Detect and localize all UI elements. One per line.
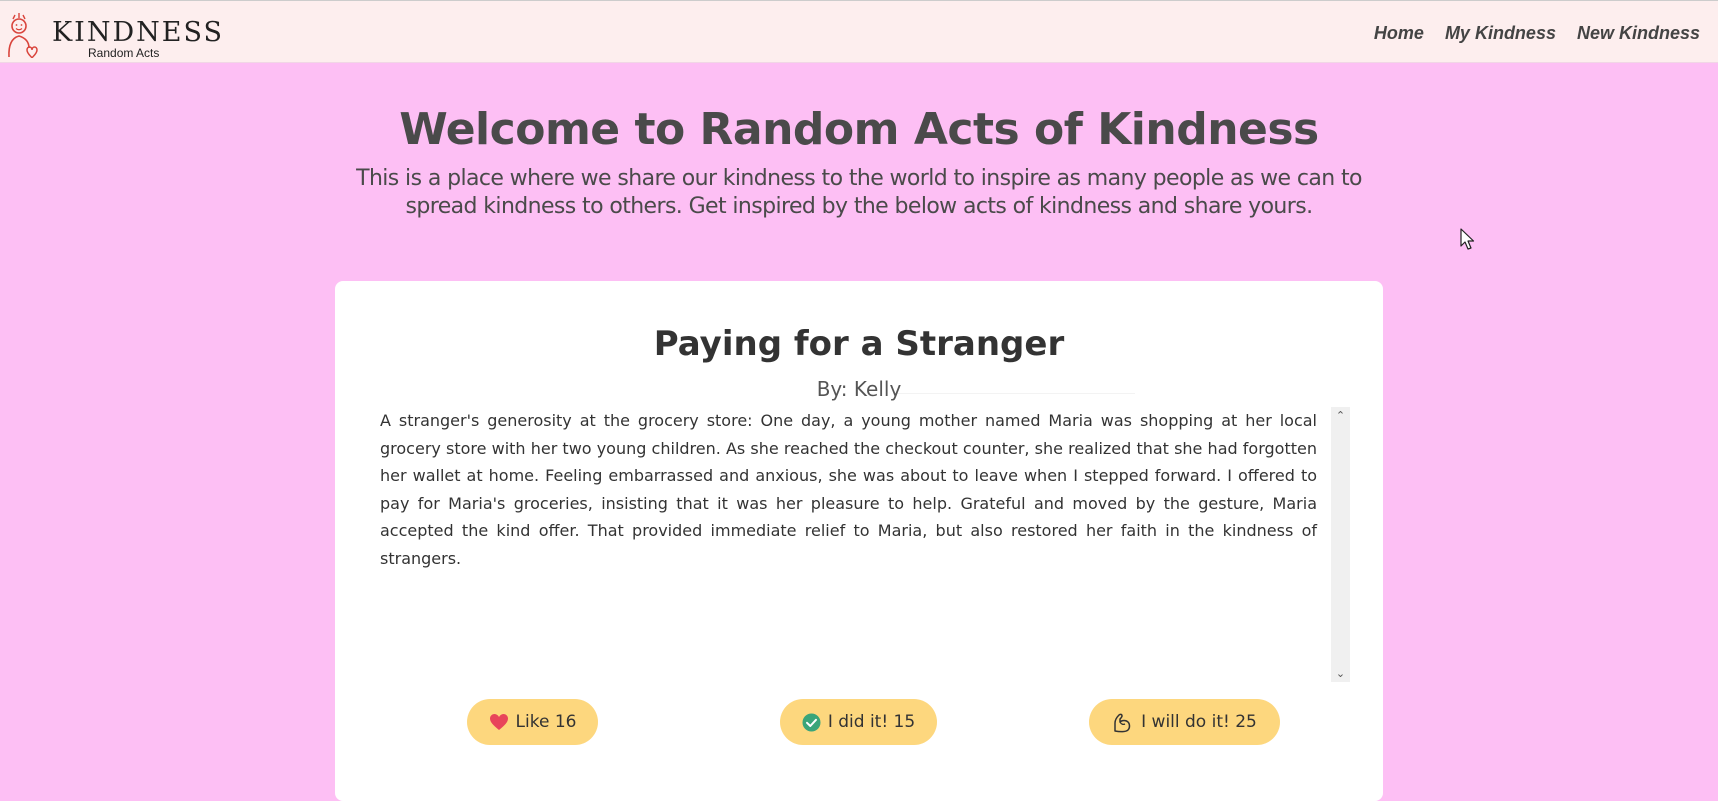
brand-title: KINDNESS xyxy=(52,17,224,48)
kindness-card: Paying for a Stranger By: Kelly A strang… xyxy=(335,281,1383,801)
card-title: Paying for a Stranger xyxy=(653,324,1065,364)
brand-subtitle: Random Acts xyxy=(88,46,160,60)
flexed-arm-icon xyxy=(1114,713,1131,733)
kindness-logo-icon xyxy=(8,13,38,59)
like-button[interactable]: Like 16 xyxy=(467,699,598,745)
did-it-label: I did it! 15 xyxy=(827,712,916,732)
nav-link-home[interactable]: Home xyxy=(1374,23,1424,44)
navbar: KINDNESS Random Acts Home My Kindness Ne… xyxy=(0,0,1718,63)
story-scrollbar[interactable]: ⌃ ⌄ xyxy=(1331,407,1350,682)
will-do-label: I will do it! 25 xyxy=(1141,712,1257,732)
will-do-button[interactable]: I will do it! 25 xyxy=(1089,699,1280,745)
mouse-cursor-icon xyxy=(1460,228,1475,250)
card-author: By: Kelly xyxy=(816,377,902,401)
heart-icon xyxy=(489,714,508,730)
page-description: This is a place where we share our kindn… xyxy=(356,166,1362,219)
page-title: Welcome to Random Acts of Kindness xyxy=(399,104,1319,155)
story-text: A stranger's generosity at the grocery s… xyxy=(380,411,1317,568)
check-circle-icon xyxy=(802,713,821,731)
like-label: Like 16 xyxy=(515,712,577,732)
did-it-button[interactable]: I did it! 15 xyxy=(780,699,937,745)
nav-link-new-kindness[interactable]: New Kindness xyxy=(1577,23,1700,44)
story-scroll-area[interactable]: A stranger's generosity at the grocery s… xyxy=(380,407,1350,682)
scroll-down-icon[interactable]: ⌄ xyxy=(1331,665,1350,682)
scroll-up-icon[interactable]: ⌃ xyxy=(1331,407,1350,424)
hero-section: Welcome to Random Acts of Kindness This … xyxy=(0,104,1718,221)
nav-link-my-kindness[interactable]: My Kindness xyxy=(1445,23,1556,44)
card-actions: Like 16 I did it! 15 I will do it! 25 xyxy=(335,699,1383,745)
nav-links: Home My Kindness New Kindness xyxy=(1374,23,1700,44)
